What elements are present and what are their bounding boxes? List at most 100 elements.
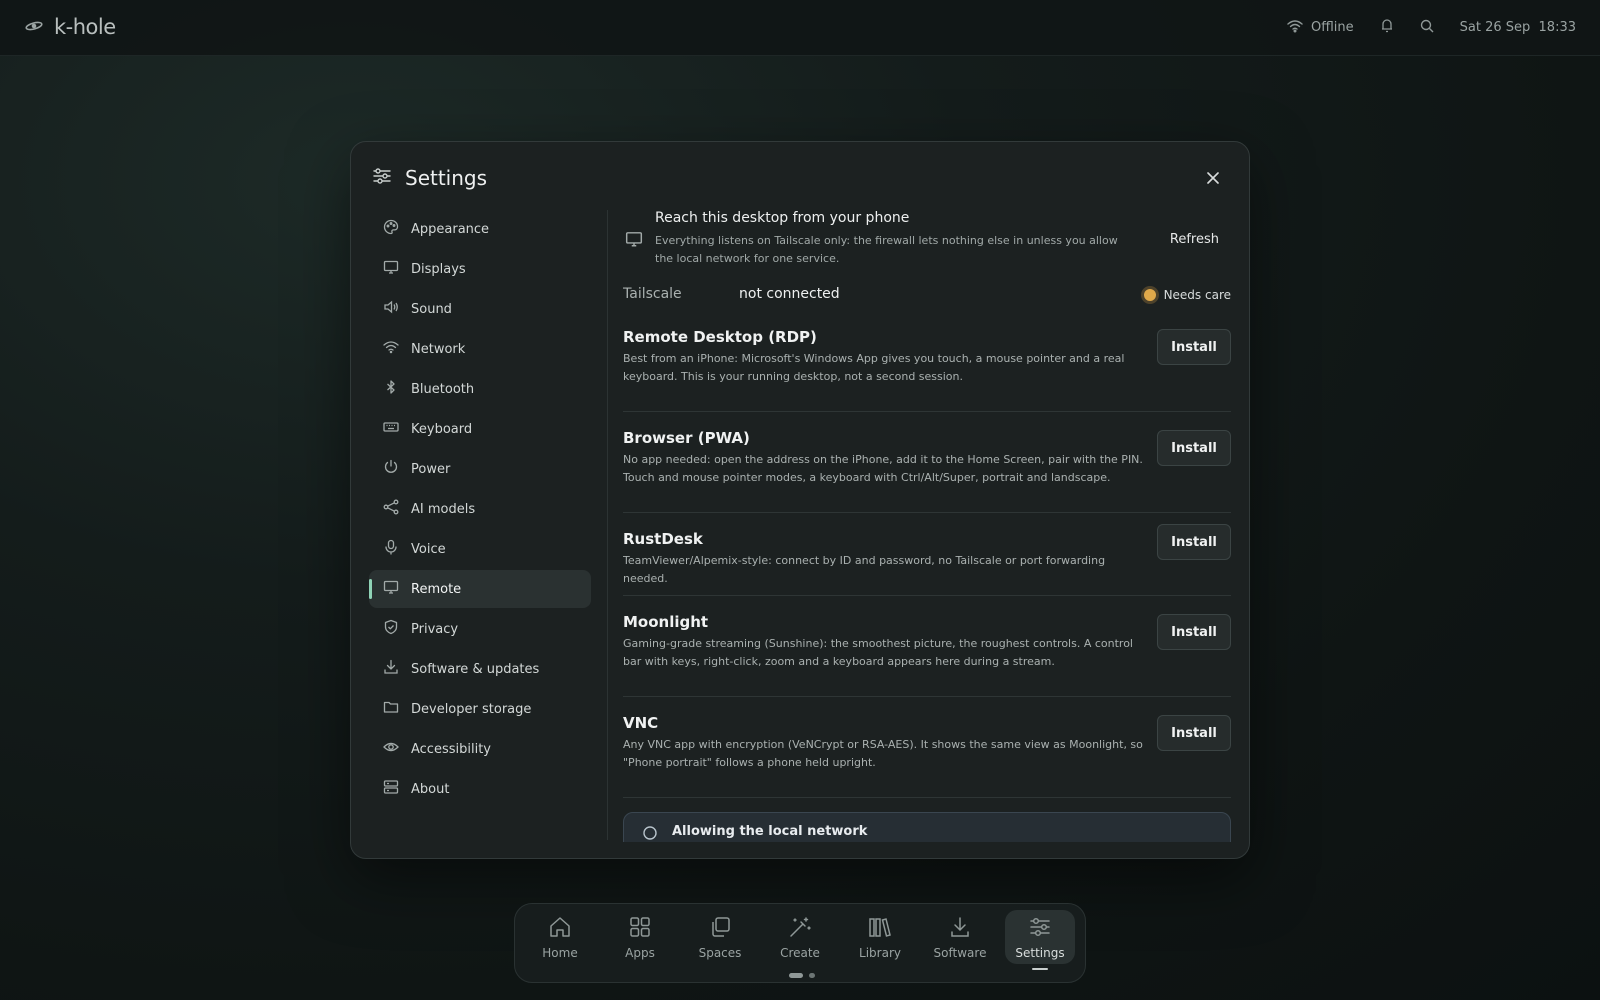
sidebar-item-label: Software & updates	[411, 661, 540, 677]
logo-icon	[24, 18, 44, 37]
monitor-icon	[625, 230, 643, 252]
search-icon	[1420, 19, 1434, 37]
install-vnc-button[interactable]: Install	[1157, 715, 1231, 751]
sidebar-item-keyboard[interactable]: Keyboard	[369, 410, 591, 448]
sliders-icon	[373, 167, 391, 189]
sidebar-item-about[interactable]: About	[369, 770, 591, 808]
dock: Home Apps Spaces Create Library Software…	[514, 903, 1086, 983]
service-name: Moonlight	[623, 613, 709, 631]
palette-icon	[383, 219, 399, 239]
install-pwa-button[interactable]: Install	[1157, 430, 1231, 466]
service-description: Best from an iPhone: Microsoft's Windows…	[623, 352, 1125, 383]
folder-icon	[383, 699, 399, 719]
network-status[interactable]: Offline	[1287, 19, 1354, 37]
bell-icon	[1380, 18, 1394, 37]
sidebar-item-accessibility[interactable]: Accessibility	[369, 730, 591, 768]
dock-item-library[interactable]: Library	[845, 910, 915, 964]
download-icon	[949, 916, 971, 941]
sidebar-item-remote[interactable]: Remote	[369, 570, 591, 608]
service-name: VNC	[623, 714, 659, 732]
sidebar-item-label: Network	[411, 341, 466, 357]
service-name: Browser (PWA)	[623, 429, 750, 447]
settings-dialog: Settings Appearance Displays Sound Netwo…	[350, 141, 1250, 859]
pager-dot-active[interactable]	[789, 973, 803, 978]
keyboard-icon	[383, 419, 399, 439]
dock-item-label: Home	[542, 946, 578, 960]
sidebar-item-developer-storage[interactable]: Developer storage	[369, 690, 591, 728]
dock-item-create[interactable]: Create	[765, 910, 835, 964]
sidebar-item-label: Power	[411, 461, 451, 477]
wifi-icon	[1287, 19, 1303, 37]
remote-settings-panel: Reach this desktop from your phone Every…	[623, 210, 1231, 842]
service-name: RustDesk	[623, 530, 703, 548]
service-description: Gaming-grade streaming (Sunshine): the s…	[623, 637, 1133, 668]
sidebar-item-software-updates[interactable]: Software & updates	[369, 650, 591, 688]
dock-item-label: Library	[859, 946, 901, 960]
network-status-label: Offline	[1310, 20, 1354, 35]
sidebar-item-displays[interactable]: Displays	[369, 250, 591, 288]
share-nodes-icon	[383, 499, 399, 519]
dock-item-label: Settings	[1015, 946, 1065, 960]
sidebar-item-appearance[interactable]: Appearance	[369, 210, 591, 248]
sidebar-item-ai-models[interactable]: AI models	[369, 490, 591, 528]
notifications-button[interactable]	[1380, 18, 1394, 37]
sidebar-item-power[interactable]: Power	[369, 450, 591, 488]
dock-item-settings[interactable]: Settings	[1005, 910, 1075, 970]
dialog-title: Settings	[405, 166, 488, 190]
tailscale-status-row: Tailscale not connected Needs care	[623, 286, 1231, 308]
service-description: Any VNC app with encryption (VeNCrypt or…	[623, 738, 1143, 769]
search-button[interactable]	[1420, 19, 1434, 37]
intro-description: Everything listens on Tailscale only: th…	[655, 234, 1118, 265]
status-badge-label: Needs care	[1163, 288, 1231, 302]
dock-item-apps[interactable]: Apps	[605, 910, 675, 964]
pager-dot[interactable]	[809, 973, 815, 978]
sidebar-item-sound[interactable]: Sound	[369, 290, 591, 328]
close-icon	[1207, 169, 1219, 188]
dock-item-label: Apps	[625, 946, 655, 960]
tailscale-value: not connected	[739, 286, 840, 302]
sidebar-item-label: Sound	[411, 301, 452, 317]
info-icon	[642, 825, 658, 842]
sidebar-item-label: Voice	[411, 541, 446, 557]
sidebar-item-label: Bluetooth	[411, 381, 475, 397]
wifi-icon	[383, 339, 399, 359]
local-network-callout[interactable]: Allowing the local network	[623, 812, 1231, 842]
service-pwa: Browser (PWA) No app needed: open the ad…	[623, 429, 1231, 513]
datetime: Sat 26 Sep 18:33	[1459, 20, 1576, 35]
close-button[interactable]	[1199, 164, 1227, 192]
dock-item-home[interactable]: Home	[525, 910, 595, 964]
install-rdp-button[interactable]: Install	[1157, 329, 1231, 365]
sidebar-item-network[interactable]: Network	[369, 330, 591, 368]
dock-item-label: Software	[933, 946, 987, 960]
download-icon	[383, 659, 399, 679]
brand[interactable]: k-hole	[24, 15, 116, 39]
install-rustdesk-button[interactable]: Install	[1157, 524, 1231, 560]
status-area: Offline Sat 26 Sep 18:33	[1261, 18, 1576, 37]
service-description: No app needed: open the address on the i…	[623, 453, 1143, 484]
sidebar-item-label: AI models	[411, 501, 476, 517]
sidebar-item-label: Accessibility	[411, 741, 491, 757]
service-moonlight: Moonlight Gaming-grade streaming (Sunshi…	[623, 613, 1231, 697]
dock-item-label: Spaces	[698, 946, 742, 960]
sidebar-item-privacy[interactable]: Privacy	[369, 610, 591, 648]
sidebar-item-voice[interactable]: Voice	[369, 530, 591, 568]
sidebar-item-label: Developer storage	[411, 701, 532, 717]
clock[interactable]: Sat 26 Sep 18:33	[1460, 20, 1576, 35]
dock-item-spaces[interactable]: Spaces	[685, 910, 755, 964]
copy-icon	[709, 916, 731, 941]
status-dot-icon	[1143, 289, 1156, 301]
sidebar-divider	[607, 210, 608, 840]
monitor-icon	[383, 259, 399, 279]
dock-item-software[interactable]: Software	[925, 910, 995, 964]
refresh-button[interactable]: Refresh	[1158, 226, 1231, 253]
power-icon	[383, 459, 399, 479]
install-moonlight-button[interactable]: Install	[1157, 614, 1231, 650]
dock-pager	[789, 973, 815, 978]
sidebar-item-label: Appearance	[411, 221, 490, 237]
service-rustdesk: RustDesk TeamViewer/Alpemix-style: conne…	[623, 524, 1231, 596]
server-icon	[383, 779, 399, 799]
status-badge: Needs care	[1143, 288, 1231, 302]
service-description: TeamViewer/Alpemix-style: connect by ID …	[623, 554, 1106, 585]
sidebar-item-bluetooth[interactable]: Bluetooth	[369, 370, 591, 408]
home-icon	[548, 916, 572, 941]
